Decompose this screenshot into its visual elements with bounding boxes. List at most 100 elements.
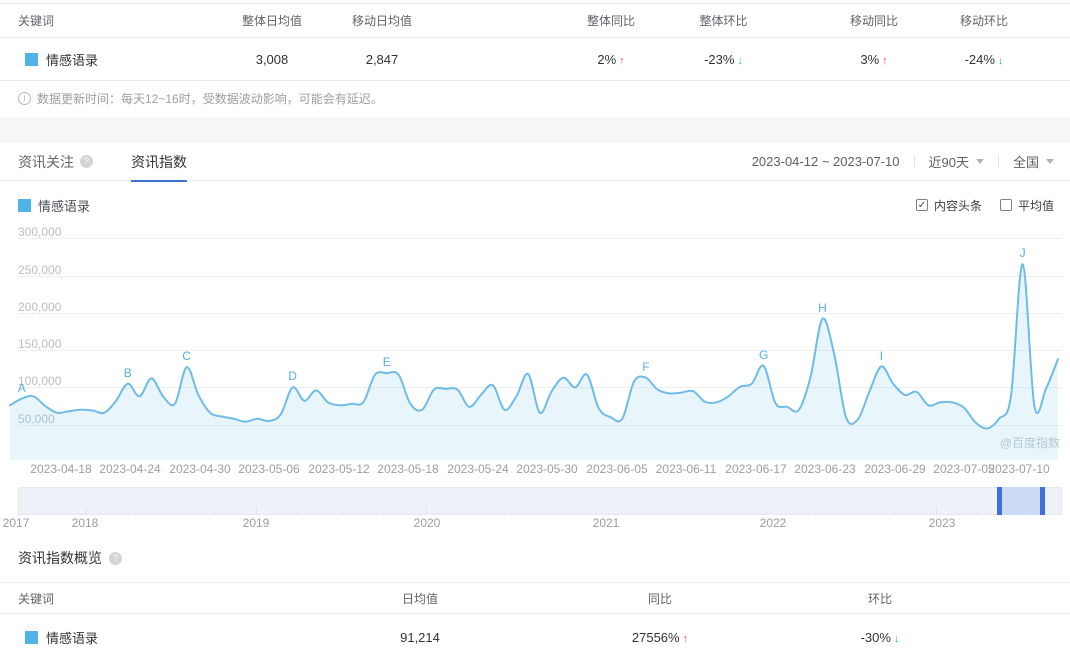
mom-value: -30% ↓ xyxy=(860,630,900,645)
slider-tick xyxy=(171,510,172,514)
slider-tick xyxy=(341,510,342,514)
keyword-cell: 情感语录 xyxy=(0,50,217,69)
overall-yoy-value: 2% ↑ xyxy=(597,51,625,67)
yoy-value: 27556% ↑ xyxy=(631,630,689,645)
slider-tick xyxy=(383,510,384,514)
plot-area[interactable]: @百度指数 300,000250,000200,000150,000100,00… xyxy=(0,225,1070,460)
slider-tick xyxy=(128,510,129,514)
area-fill xyxy=(10,264,1058,460)
up-arrow-icon: ↑ xyxy=(682,633,689,645)
col-overall-yoy: 整体同比 xyxy=(586,14,635,28)
peak-marker-E: E xyxy=(382,355,391,370)
news-index-area-chart xyxy=(9,263,1059,460)
x-axis-tick-label: 2023-07-10 xyxy=(988,462,1050,476)
slider-right-handle[interactable] xyxy=(1040,487,1045,515)
up-arrow-icon: ↑ xyxy=(619,54,625,67)
period-filter-dropdown[interactable]: 近90天 xyxy=(929,152,984,171)
timeline-year-2019: 2019 xyxy=(242,516,270,530)
peak-marker-C: C xyxy=(182,349,191,364)
slider-tick xyxy=(213,510,214,514)
slider-tick xyxy=(86,507,87,514)
slider-tick xyxy=(851,510,852,514)
x-axis-tick-label: 2023-06-17 xyxy=(725,462,787,476)
news-index-overview: 资讯指数概览 ? 关键词 日均值 同比 环比 情感语录 91,214 27556… xyxy=(0,540,1070,660)
help-icon[interactable]: ? xyxy=(109,551,122,565)
col-mobile-daily: 移动日均值 xyxy=(351,14,412,28)
checkbox-average[interactable]: 平均值 xyxy=(999,197,1054,214)
overall-daily-value: 3,008 xyxy=(255,51,289,67)
overall-mom-value: -23% ↓ xyxy=(704,51,743,67)
keyword-color-swatch xyxy=(25,631,38,644)
divider xyxy=(997,155,999,168)
timeline-year-2023: 2023 xyxy=(928,516,956,530)
col-keyword: 关键词 xyxy=(18,14,55,28)
chart-controls: 2023-04-12 ~ 2023-07-10 近90天 全国 xyxy=(752,152,1054,171)
peak-marker-I: I xyxy=(879,348,884,363)
col-yoy: 同比 xyxy=(647,591,672,606)
peak-marker-H: H xyxy=(818,300,827,315)
help-icon[interactable]: ? xyxy=(80,155,93,168)
keyword-label: 情感语录 xyxy=(46,631,99,646)
divider xyxy=(913,155,915,168)
col-overall-mom: 整体环比 xyxy=(699,14,748,28)
slider-selected-range[interactable] xyxy=(1000,487,1042,515)
timeline-slider-track[interactable] xyxy=(18,487,1062,515)
col-daily-avg: 日均值 xyxy=(401,591,438,606)
x-axis-labels: 2023-04-18 2023-04-24 2023-04-30 2023-05-06… xyxy=(0,462,1070,478)
up-arrow-icon: ↑ xyxy=(882,54,888,67)
overview-table-row: 情感语录 91,214 27556% ↑ -30% ↓ xyxy=(0,614,1070,660)
x-axis-tick-label: 2023-05-12 xyxy=(308,462,370,476)
news-index-card: 资讯关注 ? 资讯指数 2023-04-12 ~ 2023-07-10 近90天… xyxy=(0,143,1070,540)
col-mom: 环比 xyxy=(867,591,892,606)
slider-tick xyxy=(681,510,682,514)
date-range-display[interactable]: 2023-04-12 ~ 2023-07-10 xyxy=(752,154,900,169)
peak-marker-G: G xyxy=(758,347,769,362)
keyword-color-swatch xyxy=(25,52,38,66)
timeline-year-2018: 2018 xyxy=(71,516,99,530)
data-update-note: i 数据更新时间：每天12~16时，受数据波动影响，可能会有延迟。 xyxy=(18,90,1070,107)
legend-color-swatch xyxy=(18,198,31,212)
slider-tick xyxy=(936,507,937,514)
col-mobile-mom: 移动环比 xyxy=(959,14,1008,28)
x-axis-tick-label: 2023-05-06 xyxy=(238,462,300,476)
info-icon: i xyxy=(18,92,31,105)
slider-tick xyxy=(723,510,724,514)
tab-news-index[interactable]: 资讯指数 xyxy=(131,143,187,182)
down-arrow-icon: ↓ xyxy=(737,54,743,67)
timeline-year-2021: 2021 xyxy=(592,516,620,530)
peak-marker-J: J xyxy=(1019,246,1026,261)
chevron-down-icon xyxy=(975,159,984,164)
x-axis-tick-label: 2023-06-05 xyxy=(586,462,648,476)
timeline-year-labels: 2017 2018 2019 2020 2021 2022 2023 xyxy=(0,516,1070,532)
keyword-label: 情感语录 xyxy=(46,52,99,68)
checkbox-content-headline[interactable]: ✓ 内容头条 xyxy=(915,197,982,214)
mobile-mom-value: -24% ↓ xyxy=(964,51,1004,67)
mobile-daily-value: 2,847 xyxy=(365,51,399,67)
slider-tick xyxy=(893,510,894,514)
peak-marker-F: F xyxy=(642,359,650,374)
x-axis-tick-label: 2023-05-18 xyxy=(377,462,439,476)
x-axis-tick-label: 2023-04-30 xyxy=(169,462,231,476)
slider-tick xyxy=(978,510,979,514)
peak-marker-D: D xyxy=(288,369,297,384)
summary-table-header: 关键词 整体日均值 移动日均值 整体同比 整体环比 移动同比 移动环比 xyxy=(0,3,1070,38)
slider-tick xyxy=(426,507,427,514)
timeline-year-2017: 2017 xyxy=(2,516,30,530)
tab-news-attention[interactable]: 资讯关注 ? xyxy=(18,143,93,181)
slider-left-handle[interactable] xyxy=(997,487,1002,515)
section-divider-band xyxy=(0,118,1070,143)
overview-title: 资讯指数概览 ? xyxy=(18,548,1070,568)
x-axis-tick-label: 2023-06-23 xyxy=(794,462,856,476)
checkbox-checked-icon: ✓ xyxy=(915,199,928,211)
peak-marker-B: B xyxy=(123,365,132,380)
x-axis-tick-label: 2023-06-29 xyxy=(864,462,926,476)
mobile-yoy-value: 3% ↑ xyxy=(860,51,888,67)
region-filter-dropdown[interactable]: 全国 xyxy=(1013,152,1054,171)
legend-row: 情感语录 ✓ 内容头条 平均值 xyxy=(0,195,1070,215)
overview-table-header: 关键词 日均值 同比 环比 xyxy=(0,582,1070,614)
x-axis-tick-label: 2023-06-11 xyxy=(655,462,717,476)
legend-item-keyword[interactable]: 情感语录 xyxy=(18,196,90,215)
keyword-cell: 情感语录 xyxy=(0,628,260,647)
slider-tick xyxy=(43,510,44,514)
slider-tick xyxy=(256,507,257,514)
